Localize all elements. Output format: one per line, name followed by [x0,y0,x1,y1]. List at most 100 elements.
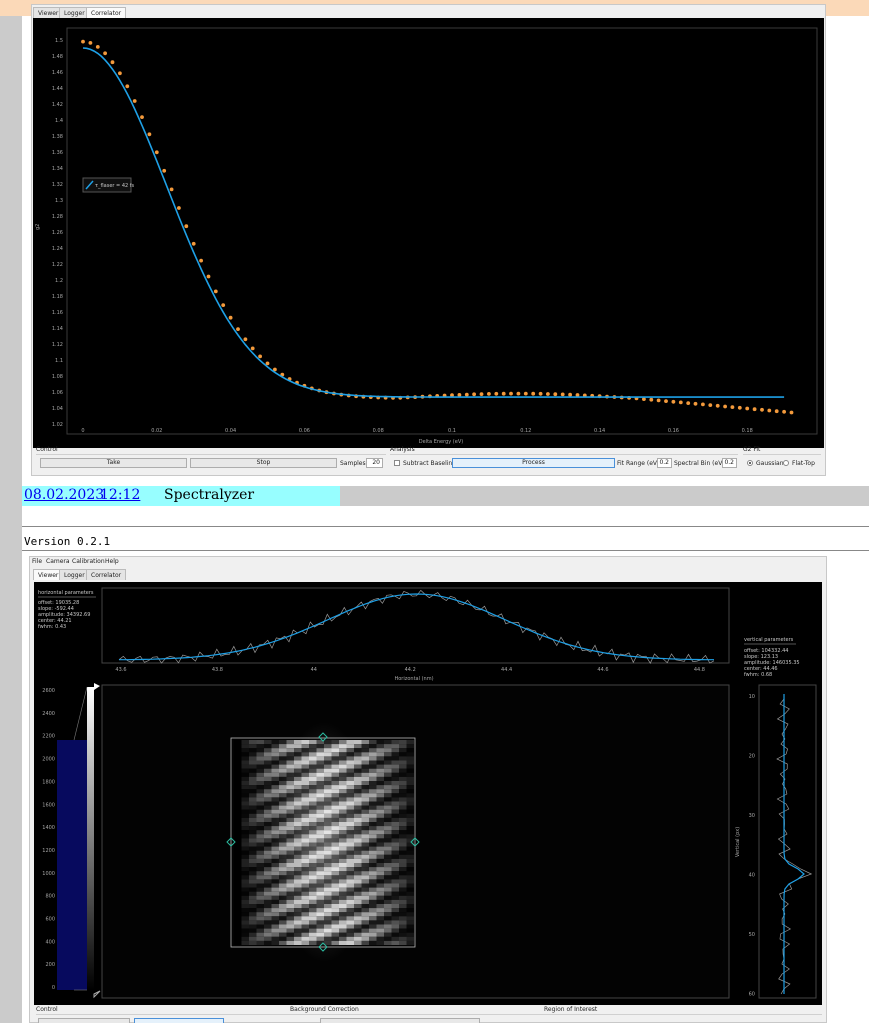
image-pixel [406,740,414,745]
post-time-link[interactable]: 12:12 [100,487,140,503]
image-pixel [241,785,249,790]
image-pixel [234,854,242,859]
image-pixel [271,776,279,781]
image-pixel [399,928,407,933]
g2-data-point [678,400,683,405]
horizontal-tick-label: 43.8 [212,667,223,673]
image-pixel [369,904,377,909]
image-pixel [256,756,264,761]
fit-range-spinbox[interactable]: 0.2 [657,458,672,468]
image-pixel [256,916,264,921]
image-pixel [241,846,249,851]
image-pixel [264,817,272,822]
g2-data-point [767,408,772,413]
image-pixel [241,817,249,822]
menu-help[interactable]: Help [105,558,119,566]
g2-data-point [516,391,521,396]
stop-button[interactable]: Stop [190,458,337,468]
tab-correlator[interactable]: Correlator [86,7,127,18]
image-pixel [391,797,399,802]
histogram-tick-label: 1000 [42,871,55,877]
image-pixel [234,789,242,794]
image-pixel [391,912,399,917]
gaussian-radio[interactable] [747,460,753,466]
image-pixel [249,830,257,835]
menu-camera[interactable]: Camera [46,558,70,566]
image-pixel [279,740,287,745]
image-pixel [256,928,264,933]
image-pixel [406,756,414,761]
take-button[interactable]: Take [40,458,187,468]
image-pixel [384,854,392,859]
flattop-radio[interactable] [783,460,789,466]
image-pixel [249,776,257,781]
tab-correlator[interactable]: Correlator [86,569,127,580]
image-pixel [369,936,377,941]
image-pixel [256,854,264,859]
g2-data-point [723,404,727,409]
gradient-bar[interactable] [87,687,94,990]
image-pixel [241,797,249,802]
divider-bottom [22,550,869,551]
image-pixel [249,744,257,749]
image-pixel [271,752,279,757]
g2-data-point [243,337,248,342]
fit-range-label: Fit Range (eV): [617,460,662,467]
analysis-title: Analysis [390,446,415,453]
image-pixel [391,789,399,794]
image-pixel [271,936,279,941]
spectral-bin-spinbox[interactable]: 0.2 [722,458,737,468]
stop-button[interactable] [134,1018,224,1023]
start-button[interactable] [38,1018,130,1023]
y-tick-label: 1.18 [52,294,63,300]
image-pixel [376,850,384,855]
image-pixel [271,899,279,904]
image-pixel [376,756,384,761]
samples-spinbox[interactable]: 20 [366,458,383,468]
post-date-link[interactable]: 08.02.2023 [24,487,104,503]
image-pixel [264,740,272,745]
y-tick-label: 1.26 [52,230,63,236]
image-pixel [406,822,414,827]
image-pixel [384,752,392,757]
image-pixel [241,904,249,909]
image-pixel [249,940,257,945]
process-button[interactable]: Process [452,458,615,468]
image-pixel [376,834,384,839]
image-pixel [406,793,414,798]
image-pixel [279,760,287,765]
y-tick-label: 1.36 [52,150,63,156]
image-pixel [384,908,392,913]
image-pixel [264,928,272,933]
image-pixel [234,797,242,802]
image-pixel [361,740,369,745]
menu-file[interactable]: File [32,558,42,566]
subtract-baseline-checkbox[interactable] [394,460,400,466]
image-pixel [286,940,294,945]
y-tick-label: 1.02 [52,422,63,428]
image-pixel [264,875,272,880]
image-pixel [369,776,377,781]
image-pixel [256,875,264,880]
image-pixel [399,838,407,843]
image-pixel [354,740,362,745]
image-pixel [241,760,249,765]
image-pixel [256,904,264,909]
image-pixel [234,756,242,761]
image-pixel [399,936,407,941]
image-pixel [271,904,279,909]
image-pixel [391,748,399,753]
image-pixel [249,850,257,855]
image-pixel [234,776,242,781]
image-pixel [384,883,392,888]
control-section-title: Control [36,1006,58,1013]
image-pixel [376,858,384,863]
image-pixel [256,817,264,822]
image-pixel [249,932,257,937]
image-pixel [406,772,414,777]
g2-data-point [671,399,676,404]
menu-calibration[interactable]: Calibration [72,558,105,566]
image-pixel [241,801,249,806]
take-background-button[interactable] [320,1018,480,1023]
image-pixel [384,764,392,769]
